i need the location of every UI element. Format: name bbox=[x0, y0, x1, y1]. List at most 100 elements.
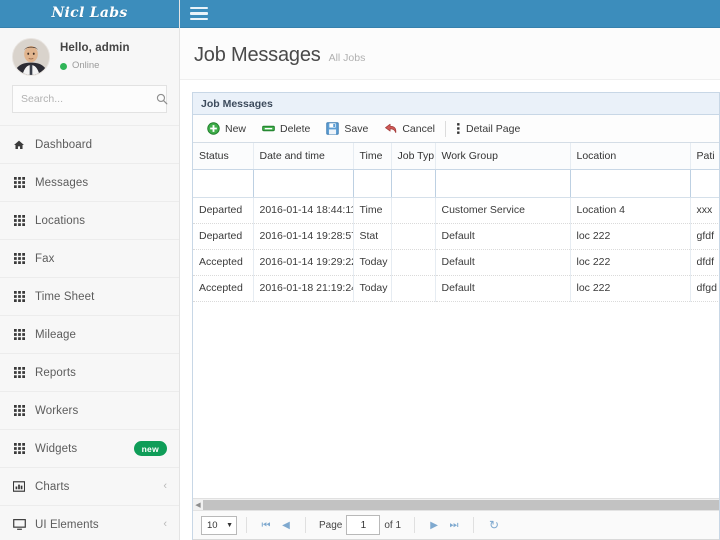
avatar-photo-icon bbox=[13, 38, 49, 75]
pager-divider bbox=[246, 517, 247, 533]
filter-cell-status[interactable] bbox=[193, 169, 254, 198]
panel-header: Job Messages bbox=[193, 93, 719, 115]
job-messages-table: Status Date and time Time Job Typ Work G… bbox=[193, 143, 719, 302]
scrollbar-thumb[interactable] bbox=[203, 499, 719, 510]
vertical-dots-icon bbox=[456, 122, 461, 135]
user-meta: Hello, admin Online bbox=[60, 41, 130, 72]
scroll-left-arrow-icon[interactable]: ◀ bbox=[193, 501, 203, 509]
sidebar-item-workers[interactable]: Workers bbox=[0, 391, 179, 430]
sidebar-item-messages[interactable]: Messages bbox=[0, 163, 179, 202]
sidebar-item-label: UI Elements bbox=[35, 518, 99, 531]
hamburger-menu-icon[interactable] bbox=[190, 6, 208, 21]
cell-time: Stat bbox=[353, 223, 392, 250]
filter-input-patient[interactable] bbox=[694, 173, 720, 194]
first-page-button[interactable]: ⏮ bbox=[256, 520, 276, 531]
sidebar-item-label: Mileage bbox=[35, 328, 76, 341]
job-messages-panel: Job Messages New Delete Save Cancel Deta… bbox=[192, 92, 720, 540]
cell-jobtype bbox=[391, 223, 436, 250]
filter-input-jobtype[interactable] bbox=[395, 173, 432, 194]
column-header-datetime[interactable]: Date and time bbox=[253, 143, 354, 170]
column-header-location[interactable]: Location bbox=[570, 143, 691, 170]
page-total-label: of 1 bbox=[384, 519, 402, 531]
search-icon[interactable] bbox=[156, 93, 168, 105]
page-number-input[interactable] bbox=[346, 515, 381, 535]
column-header-time[interactable]: Time bbox=[353, 143, 392, 170]
filter-input-datetime[interactable] bbox=[257, 173, 350, 194]
sidebar-item-ui-elements[interactable]: UI Elements ‹ bbox=[0, 505, 179, 540]
new-button[interactable]: New bbox=[199, 115, 254, 142]
table-header-row: Status Date and time Time Job Typ Work G… bbox=[193, 143, 719, 170]
table-row[interactable]: Accepted 2016-01-14 19:29:22 PM Today De… bbox=[193, 249, 719, 276]
filter-cell-location[interactable] bbox=[570, 169, 691, 198]
cell-location: loc 222 bbox=[570, 249, 691, 276]
grid-icon bbox=[12, 253, 26, 265]
pager-divider bbox=[473, 517, 475, 533]
main-area: Job Messages All Jobs Job Messages New D… bbox=[180, 0, 720, 540]
column-header-patient[interactable]: Pati bbox=[690, 143, 719, 170]
cell-time: Today bbox=[353, 249, 392, 276]
table-row[interactable]: Departed 2016-01-14 19:28:57 AM Stat Def… bbox=[193, 223, 719, 250]
chevron-left-icon: ‹ bbox=[163, 480, 167, 493]
cell-jobtype bbox=[391, 197, 436, 224]
save-button[interactable]: Save bbox=[318, 115, 376, 142]
filter-row bbox=[193, 169, 720, 198]
topbar bbox=[180, 0, 720, 28]
filter-input-time[interactable] bbox=[357, 173, 388, 194]
sidebar-item-label: Fax bbox=[35, 252, 55, 265]
pager-divider bbox=[414, 517, 416, 533]
search-input[interactable] bbox=[21, 93, 156, 106]
grid-scroll-area: Status Date and time Time Job Typ Work G… bbox=[193, 143, 719, 498]
dashboard-icon bbox=[12, 139, 26, 151]
sidebar-item-dashboard[interactable]: Dashboard bbox=[0, 125, 179, 164]
filter-input-workgroup[interactable] bbox=[439, 173, 567, 194]
column-header-jobtype[interactable]: Job Typ bbox=[391, 143, 436, 170]
table-body: Departed 2016-01-14 18:44:11 PM Time Cus… bbox=[193, 169, 720, 302]
delete-button-label: Delete bbox=[280, 122, 311, 135]
filter-cell-jobtype[interactable] bbox=[391, 169, 436, 198]
filter-cell-time[interactable] bbox=[353, 169, 392, 198]
refresh-button[interactable]: ↻ bbox=[483, 518, 505, 532]
filter-cell-workgroup[interactable] bbox=[435, 169, 571, 198]
minus-bar-icon bbox=[262, 122, 275, 135]
column-header-workgroup[interactable]: Work Group bbox=[435, 143, 571, 170]
sidebar-logo-bar[interactable]: Nicl Labs bbox=[0, 0, 179, 28]
sidebar-item-label: Widgets bbox=[35, 442, 78, 455]
sidebar-item-widgets[interactable]: Widgets new bbox=[0, 429, 179, 468]
online-dot-icon bbox=[60, 62, 67, 70]
sidebar-item-fax[interactable]: Fax bbox=[0, 239, 179, 278]
user-status-label: Online bbox=[72, 60, 100, 72]
chart-icon bbox=[12, 481, 26, 493]
detail-page-button[interactable]: Detail Page bbox=[448, 115, 528, 142]
table-header: Status Date and time Time Job Typ Work G… bbox=[193, 143, 719, 170]
filter-cell-datetime[interactable] bbox=[253, 169, 354, 198]
table-row[interactable]: Departed 2016-01-14 18:44:11 PM Time Cus… bbox=[193, 197, 719, 224]
undo-arrow-icon bbox=[384, 122, 397, 135]
sidebar-item-label: Dashboard bbox=[35, 138, 93, 151]
sidebar-item-reports[interactable]: Reports bbox=[0, 353, 179, 392]
horizontal-scrollbar[interactable]: ◀ bbox=[193, 498, 719, 510]
page-size-select[interactable]: 10 ▼ bbox=[201, 515, 237, 535]
next-page-button[interactable]: ▶ bbox=[424, 520, 444, 531]
sidebar-item-mileage[interactable]: Mileage bbox=[0, 315, 179, 354]
table-row[interactable]: Accepted 2016-01-18 21:19:24 AM Today De… bbox=[193, 275, 719, 302]
previous-page-button[interactable]: ◀ bbox=[276, 520, 296, 531]
sidebar-item-locations[interactable]: Locations bbox=[0, 201, 179, 240]
last-page-button[interactable]: ⏭ bbox=[444, 520, 464, 531]
filter-cell-patient[interactable] bbox=[690, 169, 720, 198]
search-box[interactable] bbox=[12, 85, 168, 114]
cell-jobtype bbox=[391, 275, 436, 302]
filter-input-status[interactable] bbox=[196, 173, 250, 194]
new-button-label: New bbox=[225, 122, 247, 135]
cell-workgroup: Customer Service bbox=[435, 197, 571, 224]
cell-patient: xxx bbox=[690, 197, 719, 224]
delete-button[interactable]: Delete bbox=[254, 115, 318, 142]
avatar[interactable] bbox=[12, 37, 50, 76]
cancel-button[interactable]: Cancel bbox=[376, 115, 443, 142]
detail-page-button-label: Detail Page bbox=[466, 122, 521, 135]
grid-icon bbox=[12, 367, 26, 379]
column-header-status[interactable]: Status bbox=[193, 143, 254, 170]
sidebar-item-charts[interactable]: Charts ‹ bbox=[0, 467, 179, 506]
cell-status: Accepted bbox=[193, 249, 254, 276]
sidebar-item-time-sheet[interactable]: Time Sheet bbox=[0, 277, 179, 316]
filter-input-location[interactable] bbox=[574, 173, 687, 194]
